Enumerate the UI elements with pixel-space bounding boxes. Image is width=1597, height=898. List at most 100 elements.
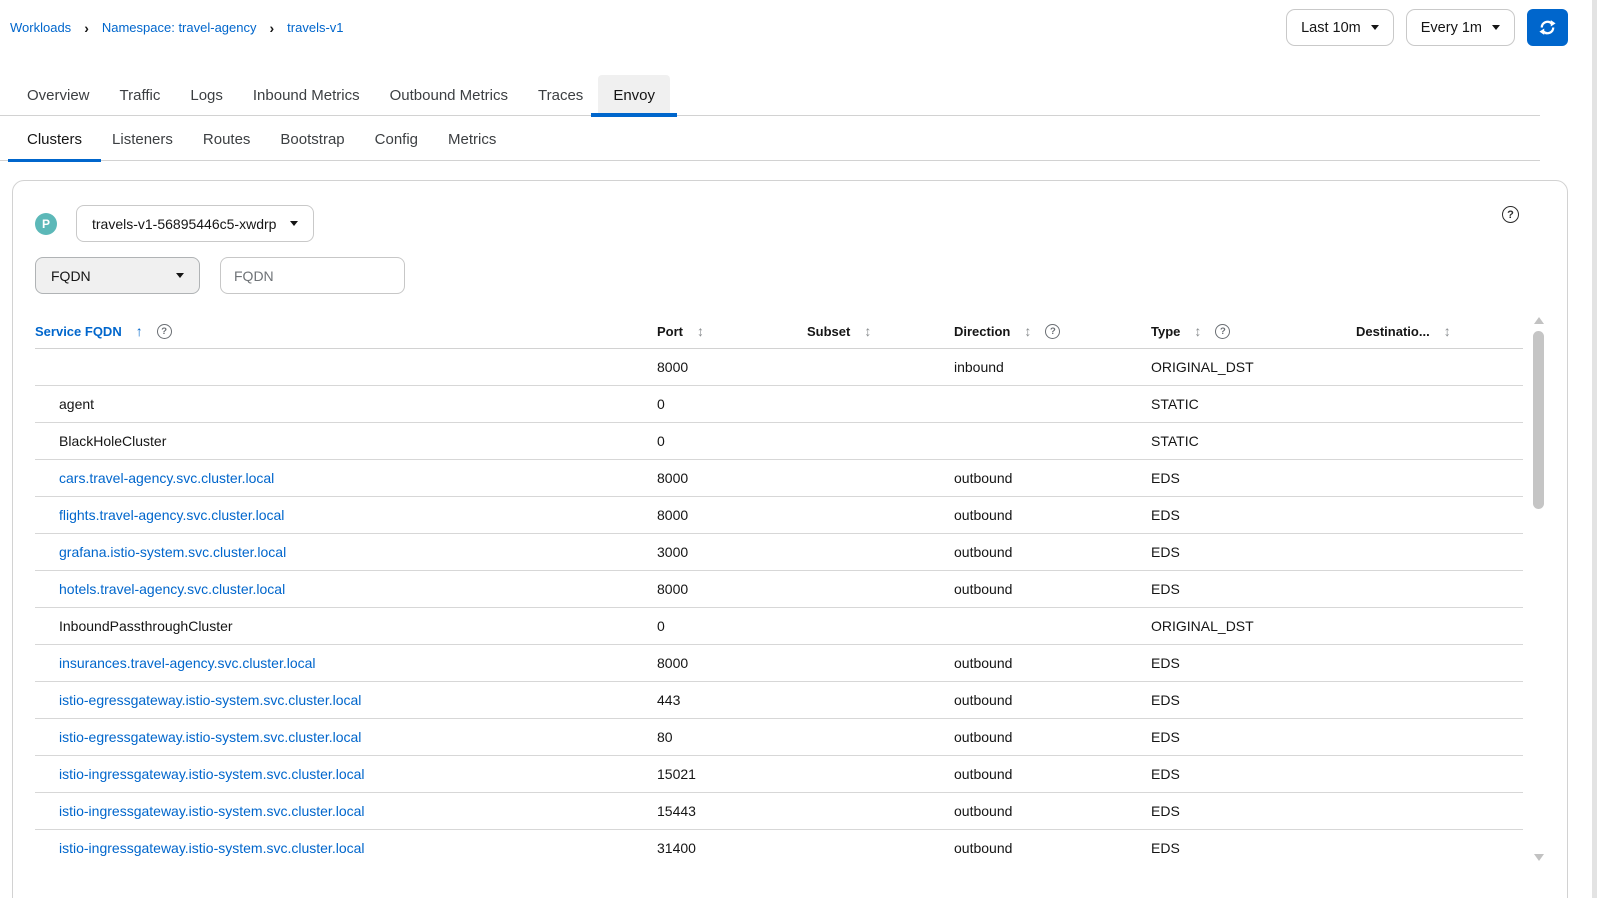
tab[interactable]: Overview <box>12 75 105 115</box>
column-help-icon[interactable]: ? <box>1215 323 1231 339</box>
column-header[interactable]: Port ↕ <box>657 315 807 349</box>
sort-ascending-icon: ↑ <box>135 323 143 340</box>
cell-service-fqdn[interactable] <box>35 348 657 386</box>
cell-subset <box>807 681 954 719</box>
column-header[interactable]: Destinatio... ↕ <box>1356 315 1523 349</box>
cell-service-fqdn[interactable]: agent <box>35 385 657 423</box>
column-header[interactable]: Type ↕ ? <box>1151 315 1356 349</box>
cell-port: 0 <box>657 385 807 423</box>
tab[interactable]: Traffic <box>105 75 176 115</box>
cluster-row: istio-ingressgateway.istio-system.svc.cl… <box>35 829 1523 863</box>
chevron-down-icon <box>290 221 299 226</box>
pod-selector-row: P travels-v1-56895446c5-xwdrp <box>35 205 315 242</box>
cell-destination-rule <box>1356 459 1523 497</box>
cell-type: EDS <box>1151 681 1356 719</box>
cell-subset <box>807 755 954 793</box>
pod-badge-icon: P <box>35 212 57 235</box>
cell-service-fqdn[interactable]: BlackHoleCluster <box>35 422 657 460</box>
cell-destination-rule <box>1356 496 1523 534</box>
cell-type: EDS <box>1151 459 1356 497</box>
breadcrumb-workloads[interactable]: Workloads <box>10 20 71 35</box>
column-header[interactable]: Direction ↕ ? <box>954 315 1151 349</box>
cell-service-fqdn[interactable]: grafana.istio-system.svc.cluster.local <box>35 533 657 571</box>
cell-service-fqdn[interactable]: istio-ingressgateway.istio-system.svc.cl… <box>35 792 657 830</box>
column-header[interactable]: Service FQDN ↑ ? <box>35 315 657 349</box>
cell-subset <box>807 533 954 571</box>
chevron-right-icon: › <box>269 19 275 36</box>
sort-icon: ↕ <box>697 323 704 340</box>
cell-service-fqdn[interactable]: istio-egressgateway.istio-system.svc.clu… <box>35 681 657 719</box>
cell-service-fqdn[interactable]: insurances.travel-agency.svc.cluster.loc… <box>35 644 657 682</box>
tab[interactable]: Inbound Metrics <box>238 75 375 115</box>
sort-icon: ↕ <box>1194 323 1202 340</box>
subtab[interactable]: Routes <box>188 119 266 160</box>
cell-direction: outbound <box>954 644 1151 682</box>
subtab[interactable]: Listeners <box>97 119 188 160</box>
breadcrumb-workload-name[interactable]: travels-v1 <box>287 20 343 35</box>
cell-direction: outbound <box>954 755 1151 793</box>
refresh-button[interactable] <box>1527 9 1568 46</box>
cell-direction: outbound <box>954 829 1151 863</box>
tab[interactable]: Logs <box>175 75 238 115</box>
top-bar: Workloads › Namespace: travel-agency › t… <box>0 0 1597 56</box>
refresh-interval-dropdown[interactable]: Every 1m <box>1405 9 1515 46</box>
cluster-row: agent 0 STATIC <box>35 385 1523 423</box>
scroll-down-icon[interactable] <box>1534 854 1544 861</box>
cluster-row: 8000 inbound ORIGINAL_DST <box>35 348 1523 386</box>
tab[interactable]: Envoy <box>591 75 677 117</box>
filter-type-select[interactable]: FQDN <box>35 257 200 294</box>
table-header-row: Service FQDN ↑ ? Port ↕ Subset ↕ Directi… <box>35 315 1523 349</box>
column-help-icon[interactable]: ? <box>1045 323 1061 339</box>
cluster-row: insurances.travel-agency.svc.cluster.loc… <box>35 644 1523 682</box>
pod-dropdown[interactable]: travels-v1-56895446c5-xwdrp <box>76 205 315 242</box>
cell-direction: outbound <box>954 792 1151 830</box>
subtab[interactable]: Config <box>360 119 433 160</box>
cell-type: EDS <box>1151 533 1356 571</box>
cell-service-fqdn[interactable]: InboundPassthroughCluster <box>35 607 657 645</box>
cell-destination-rule <box>1356 348 1523 386</box>
cell-direction: outbound <box>954 681 1151 719</box>
cell-port: 8000 <box>657 348 807 386</box>
cluster-row: istio-egressgateway.istio-system.svc.clu… <box>35 718 1523 756</box>
subtab[interactable]: Metrics <box>433 119 511 160</box>
cell-port: 443 <box>657 681 807 719</box>
chevron-down-icon <box>1370 25 1379 30</box>
cell-type: EDS <box>1151 496 1356 534</box>
duration-dropdown[interactable]: Last 10m <box>1286 9 1394 46</box>
cell-direction: outbound <box>954 496 1151 534</box>
cell-service-fqdn[interactable]: flights.travel-agency.svc.cluster.local <box>35 496 657 534</box>
cell-port: 0 <box>657 607 807 645</box>
cell-subset <box>807 829 954 863</box>
duration-dropdown-label: Last 10m <box>1301 19 1361 36</box>
scrollbar-thumb[interactable] <box>1533 331 1544 509</box>
cell-subset <box>807 792 954 830</box>
column-help-icon[interactable]: ? <box>156 323 172 339</box>
fqdn-filter-input[interactable] <box>220 257 405 294</box>
cell-port: 8000 <box>657 459 807 497</box>
subtab[interactable]: Bootstrap <box>265 119 359 160</box>
cell-service-fqdn[interactable]: cars.travel-agency.svc.cluster.local <box>35 459 657 497</box>
cell-service-fqdn[interactable]: hotels.travel-agency.svc.cluster.local <box>35 570 657 608</box>
cell-type: STATIC <box>1151 422 1356 460</box>
cell-direction: outbound <box>954 718 1151 756</box>
cell-destination-rule <box>1356 422 1523 460</box>
cell-subset <box>807 644 954 682</box>
cell-service-fqdn[interactable]: istio-ingressgateway.istio-system.svc.cl… <box>35 829 657 863</box>
tab[interactable]: Traces <box>523 75 598 115</box>
breadcrumb-namespace[interactable]: Namespace: travel-agency <box>102 20 257 35</box>
cell-subset <box>807 385 954 423</box>
subtab[interactable]: Clusters <box>7 119 102 162</box>
column-header[interactable]: Subset ↕ <box>807 315 954 349</box>
sort-icon: ↕ <box>864 323 872 340</box>
cell-destination-rule <box>1356 385 1523 423</box>
scroll-up-icon[interactable] <box>1534 317 1544 324</box>
cell-destination-rule <box>1356 718 1523 756</box>
cell-service-fqdn[interactable]: istio-ingressgateway.istio-system.svc.cl… <box>35 755 657 793</box>
cell-port: 15443 <box>657 792 807 830</box>
cell-subset <box>807 607 954 645</box>
page-scrollbar[interactable] <box>1592 0 1597 898</box>
tab[interactable]: Outbound Metrics <box>375 75 523 115</box>
help-icon[interactable]: ? <box>1502 206 1519 223</box>
cell-service-fqdn[interactable]: istio-egressgateway.istio-system.svc.clu… <box>35 718 657 756</box>
chevron-down-icon <box>176 273 184 278</box>
